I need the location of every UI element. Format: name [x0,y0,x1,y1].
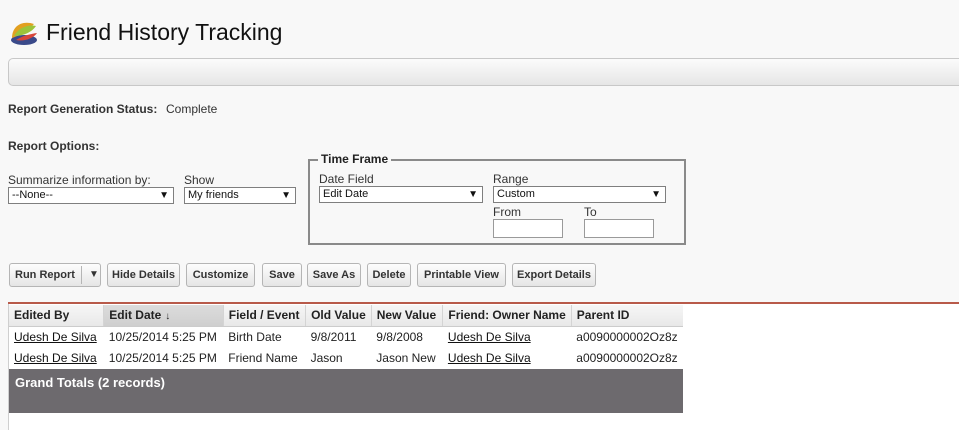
edited-by-link[interactable]: Udesh De Silva [14,351,97,365]
date-field-label: Date Field [319,172,374,186]
cell-field-event: Friend Name [223,347,306,368]
summarize-select-value: --None-- [12,189,53,201]
page-title: Friend History Tracking [46,19,283,45]
cell-edited-by: Udesh De Silva [9,326,104,347]
cell-parent-id: a0090000002Oz8z [571,326,683,347]
summarize-label: Summarize information by: [8,173,151,187]
report-options-label: Report Options: [8,139,100,153]
report-header-bar [8,58,959,86]
from-date-input[interactable] [493,219,563,238]
status-label: Report Generation Status: [8,102,158,116]
summarize-select[interactable]: --None-- ▼ [8,187,174,204]
delete-button[interactable]: Delete [367,263,411,287]
cell-parent-id: a0090000002Oz8z [571,347,683,368]
from-label: From [493,205,521,219]
column-header-edit-date-label: Edit Date [109,308,162,323]
report-table: Edited By Edit Date ↓ Field / Event Old V… [9,305,683,368]
owner-name-link[interactable]: Udesh De Silva [448,330,531,344]
column-header-parent-id[interactable]: Parent ID [571,305,683,327]
to-date-input[interactable] [584,219,654,238]
dropdown-arrow-icon: ▼ [651,189,661,200]
column-header-field-event[interactable]: Field / Event [223,305,307,327]
time-frame-legend: Time Frame [318,152,392,166]
report-logo-icon [11,22,37,45]
column-header-edited-by[interactable]: Edited By [9,305,105,327]
save-as-button[interactable]: Save As [307,263,361,287]
column-header-old-value[interactable]: Old Value [305,305,372,327]
date-field-select[interactable]: Edit Date ▼ [319,186,483,203]
cell-old-value: 9/8/2011 [305,326,372,347]
run-report-dropdown-icon[interactable]: ▼ [89,264,99,286]
show-select[interactable]: My friends ▼ [184,187,296,204]
export-details-button[interactable]: Export Details [512,263,596,287]
sort-descending-icon: ↓ [165,311,171,323]
cell-edited-by: Udesh De Silva [9,347,104,368]
table-row: Udesh De Silva 10/25/2014 5:25 PM Friend… [9,347,683,368]
date-field-select-value: Edit Date [323,188,369,200]
hide-details-button[interactable]: Hide Details [107,263,180,287]
column-header-edit-date[interactable]: Edit Date ↓ [103,305,224,327]
dropdown-arrow-icon: ▼ [281,190,291,201]
show-select-value: My friends [188,189,239,201]
range-select[interactable]: Custom ▼ [493,186,666,203]
dropdown-arrow-icon: ▼ [159,190,169,201]
button-divider [81,266,82,284]
cell-new-value: Jason New [371,347,443,368]
status-value: Complete [166,102,218,116]
customize-button[interactable]: Customize [186,263,255,287]
run-report-label: Run Report [15,269,75,281]
range-label: Range [493,172,529,186]
edited-by-link[interactable]: Udesh De Silva [14,330,97,344]
run-report-button[interactable]: Run Report ▼ [9,263,101,287]
dropdown-arrow-icon: ▼ [468,189,478,200]
show-label: Show [184,173,215,187]
to-label: To [584,205,597,219]
grand-totals-row: Grand Totals (2 records) [9,369,683,413]
table-header-row: Edited By Edit Date ↓ Field / Event Old V… [9,305,683,327]
printable-view-button[interactable]: Printable View [417,263,506,287]
cell-owner-name: Udesh De Silva [442,326,572,347]
save-button[interactable]: Save [262,263,302,287]
cell-owner-name: Udesh De Silva [442,347,572,368]
owner-name-link[interactable]: Udesh De Silva [448,351,531,365]
cell-new-value: 9/8/2008 [371,326,443,347]
column-header-new-value[interactable]: New Value [371,305,444,327]
range-select-value: Custom [497,188,535,200]
cell-old-value: Jason [305,347,372,368]
table-row: Udesh De Silva 10/25/2014 5:25 PM Birth … [9,326,683,347]
cell-edit-date: 10/25/2014 5:25 PM [103,347,224,368]
cell-edit-date: 10/25/2014 5:25 PM [103,326,224,347]
column-header-friend-owner-name[interactable]: Friend: Owner Name [442,305,572,327]
cell-field-event: Birth Date [223,326,306,347]
